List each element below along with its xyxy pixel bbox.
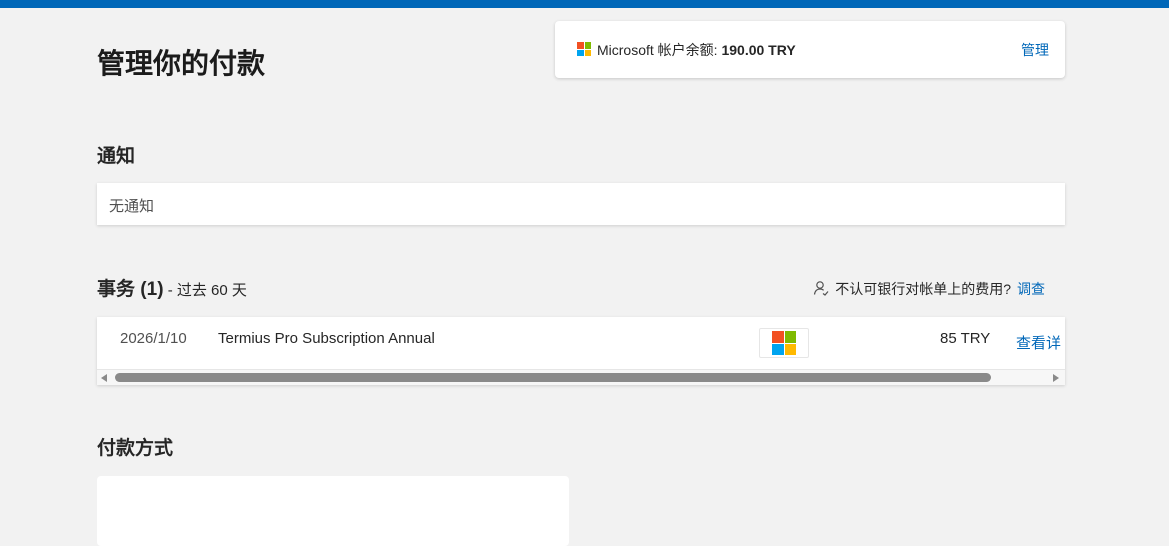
payment-method-card[interactable] <box>97 476 569 546</box>
investigate-link[interactable]: 调查 <box>1017 279 1045 299</box>
balance-text: Microsoft 帐户余额: 190.00 TRY <box>597 40 796 60</box>
balance-amount: 190.00 TRY <box>721 42 796 58</box>
account-balance-card: Microsoft 帐户余额: 190.00 TRY 管理 <box>555 21 1065 78</box>
microsoft-logo-icon <box>772 331 796 355</box>
transactions-table: 2026/1/10 Termius Pro Subscription Annua… <box>97 317 1065 385</box>
transactions-title: 事务 <box>97 279 136 300</box>
page-title: 管理你的付款 <box>97 48 266 79</box>
view-details-link[interactable]: 查看详 <box>1016 332 1061 353</box>
notifications-heading: 通知 <box>97 146 136 167</box>
manage-balance-link[interactable]: 管理 <box>1021 40 1049 60</box>
microsoft-logo-icon <box>577 42 591 56</box>
transactions-count: (1) <box>140 279 164 300</box>
notifications-panel: 无通知 <box>97 183 1065 225</box>
scroll-left-arrow-icon[interactable] <box>101 374 107 382</box>
transaction-date: 2026/1/10 <box>120 330 187 347</box>
top-accent-bar <box>0 0 1169 8</box>
merchant-logo <box>759 328 809 358</box>
no-notifications-text: 无通知 <box>109 198 155 215</box>
dispute-text: 不认可银行对帐单上的费用? <box>835 281 1011 297</box>
payment-methods-heading: 付款方式 <box>97 438 174 459</box>
transactions-heading: 事务 (1) - 过去 60 天 <box>97 274 247 301</box>
balance-label: Microsoft 帐户余额: <box>597 42 722 58</box>
horizontal-scrollbar[interactable] <box>97 369 1065 385</box>
transactions-range: - 过去 60 天 <box>163 282 247 299</box>
table-row[interactable]: 2026/1/10 Termius Pro Subscription Annua… <box>97 317 1065 369</box>
scrollbar-thumb[interactable] <box>115 373 991 382</box>
dispute-charge-prompt: 不认可银行对帐单上的费用? 调查 <box>813 279 1045 299</box>
person-icon <box>813 280 829 299</box>
transaction-description: Termius Pro Subscription Annual <box>218 330 435 347</box>
scroll-right-arrow-icon[interactable] <box>1053 374 1059 382</box>
transaction-amount: 85 TRY <box>940 330 991 347</box>
